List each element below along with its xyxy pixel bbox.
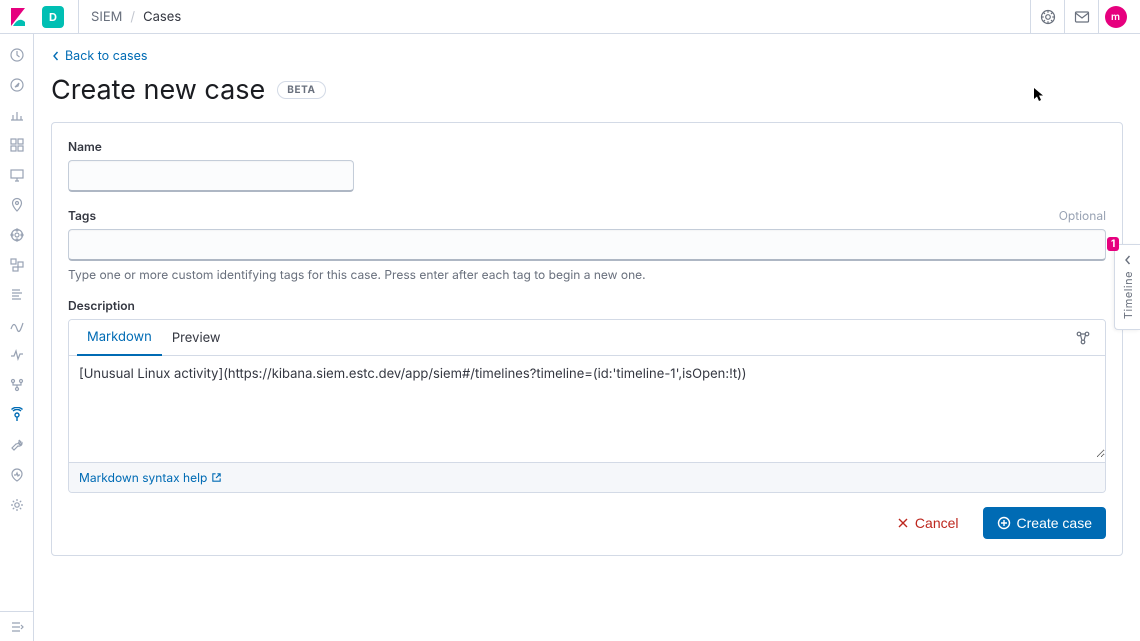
breadcrumb-current: Cases <box>143 9 181 25</box>
back-link[interactable]: Back to cases <box>51 49 147 64</box>
markdown-help-link[interactable]: Markdown syntax help <box>79 470 222 485</box>
timeline-badge: 1 <box>1107 237 1119 251</box>
breadcrumb-app[interactable]: SIEM <box>91 9 122 25</box>
nav-endpoint-icon[interactable] <box>5 376 29 394</box>
markdown-help-label: Markdown syntax help <box>79 470 207 485</box>
cancel-button[interactable]: Cancel <box>883 507 973 539</box>
tags-optional: Optional <box>1059 208 1106 223</box>
space-badge[interactable]: D <box>42 6 64 28</box>
nav-discover-icon[interactable] <box>5 76 29 94</box>
tab-preview[interactable]: Preview <box>162 321 231 355</box>
side-nav <box>0 34 34 641</box>
nav-monitoring-icon[interactable] <box>5 466 29 484</box>
kibana-logo-icon[interactable] <box>8 6 30 28</box>
nav-ml-icon[interactable] <box>5 226 29 244</box>
nav-apm-icon[interactable] <box>5 316 29 334</box>
nav-collapse-icon[interactable] <box>0 611 34 641</box>
timeline-flyout-toggle[interactable]: 1 Timeline <box>1114 244 1140 330</box>
back-link-label: Back to cases <box>65 49 147 64</box>
nav-devtools-icon[interactable] <box>5 436 29 454</box>
name-label: Name <box>68 139 102 154</box>
description-textarea[interactable] <box>69 356 1105 458</box>
newsfeed-icon[interactable] <box>1064 0 1098 34</box>
nav-management-icon[interactable] <box>5 496 29 514</box>
chevron-left-icon <box>1123 255 1133 265</box>
beta-badge: BETA <box>277 81 325 99</box>
description-editor: Markdown Preview Markdown syntax help <box>68 319 1106 493</box>
create-case-panel: Name Tags Optional Type one or more cust… <box>51 122 1123 556</box>
timeline-insert-icon[interactable] <box>1069 324 1097 352</box>
timeline-label: Timeline <box>1121 271 1135 319</box>
create-case-button[interactable]: Create case <box>983 507 1106 539</box>
nav-visualize-icon[interactable] <box>5 106 29 124</box>
description-label: Description <box>68 298 135 313</box>
header-divider <box>78 0 79 34</box>
breadcrumb-separator: / <box>130 9 135 25</box>
cancel-label: Cancel <box>915 515 959 531</box>
nav-uptime-icon[interactable] <box>5 346 29 364</box>
avatar-initial: m <box>1105 6 1127 28</box>
nav-maps-icon[interactable] <box>5 196 29 214</box>
nav-infra-icon[interactable] <box>5 256 29 274</box>
nav-dashboard-icon[interactable] <box>5 136 29 154</box>
name-input[interactable] <box>68 160 354 192</box>
tags-label: Tags <box>68 208 96 223</box>
nav-recent-icon[interactable] <box>5 46 29 64</box>
nav-canvas-icon[interactable] <box>5 166 29 184</box>
tab-markdown[interactable]: Markdown <box>77 320 162 356</box>
nav-logs-icon[interactable] <box>5 286 29 304</box>
page-title: Create new case <box>51 73 265 106</box>
tags-input[interactable] <box>68 229 1106 261</box>
breadcrumb: SIEM / Cases <box>91 9 181 25</box>
tags-help: Type one or more custom identifying tags… <box>68 267 1106 282</box>
help-icon[interactable] <box>1030 0 1064 34</box>
user-avatar[interactable]: m <box>1098 0 1132 34</box>
nav-siem-icon[interactable] <box>5 406 29 424</box>
create-case-label: Create case <box>1017 515 1092 531</box>
